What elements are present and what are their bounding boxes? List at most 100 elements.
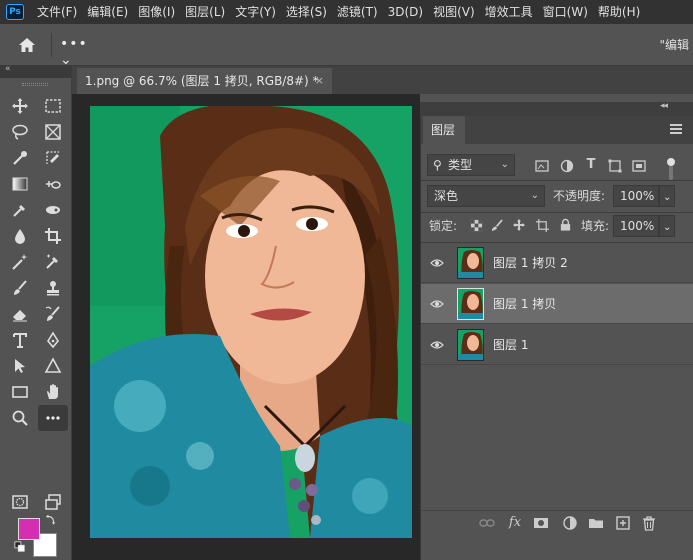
patch-icon[interactable]	[40, 198, 66, 222]
lasso-icon[interactable]	[7, 120, 33, 144]
swap-colors-icon[interactable]	[44, 512, 58, 526]
default-colors-icon[interactable]	[13, 540, 27, 554]
pen-icon[interactable]	[40, 328, 66, 352]
rectangle-icon[interactable]	[7, 380, 33, 404]
panel-collapse-strip[interactable]: ◂◂	[420, 101, 693, 116]
eye-icon[interactable]	[430, 339, 444, 349]
fill-dropdown[interactable]: ⌄	[659, 215, 675, 237]
document-tab[interactable]: 1.png @ 66.7% (图层 1 拷贝, RGB/8#) * ×	[77, 68, 332, 94]
document-tab-strip: 1.png @ 66.7% (图层 1 拷贝, RGB/8#) * ×	[72, 66, 693, 94]
gradient-icon[interactable]	[7, 172, 33, 196]
stamp-icon[interactable]	[40, 276, 66, 300]
menu-type[interactable]: 文字(Y)	[230, 0, 281, 24]
crop-icon[interactable]	[40, 224, 66, 248]
pixel-filter-icon[interactable]	[534, 159, 550, 173]
opacity-dropdown[interactable]: ⌄	[659, 185, 675, 207]
filter-kind-select[interactable]: ⚲ 类型 ⌄	[427, 154, 515, 176]
history-brush-icon[interactable]	[40, 302, 66, 326]
lock-image-pixels-icon[interactable]	[489, 219, 505, 233]
move-icon[interactable]	[7, 94, 33, 118]
fill-label: 填充:	[581, 219, 610, 233]
type-filter-icon[interactable]: T	[583, 157, 599, 172]
content-aware-move-icon[interactable]	[40, 172, 66, 196]
type-icon[interactable]	[7, 328, 33, 352]
menu-view[interactable]: 视图(V)	[428, 0, 480, 24]
foreground-color-swatch[interactable]	[18, 518, 40, 540]
fx-icon[interactable]: fx	[507, 515, 523, 531]
new-layer-icon[interactable]	[615, 515, 631, 531]
layer-name[interactable]: 图层 1 拷贝	[493, 295, 556, 312]
filter-toggle-track[interactable]	[669, 166, 673, 180]
blend-mode-select[interactable]: 深色 ⌄	[427, 185, 545, 207]
eraser-icon[interactable]	[7, 302, 33, 326]
smart-object-filter-icon[interactable]	[631, 159, 647, 173]
layer-thumbnail	[457, 247, 484, 279]
adjustment-icon[interactable]	[562, 515, 578, 531]
collapse-arrows-icon[interactable]: «	[5, 64, 11, 74]
lock-position-icon[interactable]	[511, 218, 527, 232]
menu-select[interactable]: 选择(S)	[281, 0, 332, 24]
menu-plugins[interactable]: 增效工具	[480, 0, 538, 24]
hand-icon[interactable]	[40, 380, 66, 404]
mask-icon[interactable]	[533, 515, 549, 531]
shape-icon[interactable]	[40, 354, 66, 378]
options-bar: ••• ⌄ "编辑	[0, 24, 693, 68]
quick-mask-icon[interactable]	[7, 490, 33, 514]
zoom-icon[interactable]	[7, 406, 33, 430]
filter-toggle-icon[interactable]	[667, 158, 675, 166]
menu-image[interactable]: 图像(I)	[133, 0, 180, 24]
tools-panel	[0, 78, 72, 560]
lock-transparent-pixels-icon[interactable]	[468, 219, 484, 233]
shape-filter-icon[interactable]	[607, 159, 623, 173]
panel-menu-icon[interactable]	[670, 124, 682, 134]
menu-file[interactable]: 文件(F)	[32, 0, 82, 24]
adjustment-filter-icon[interactable]	[559, 159, 575, 173]
menu-edit[interactable]: 编辑(E)	[82, 0, 133, 24]
menu-layer[interactable]: 图层(L)	[180, 0, 230, 24]
frame-icon[interactable]	[40, 120, 66, 144]
blur-icon[interactable]	[7, 224, 33, 248]
layer-row-selected[interactable]: 图层 1 拷贝	[421, 284, 693, 324]
fill-input[interactable]: 100%	[613, 215, 659, 237]
eye-icon[interactable]	[430, 298, 444, 308]
menu-help[interactable]: 帮助(H)	[593, 0, 645, 24]
toolbar-collapse-strip[interactable]: «	[0, 64, 72, 78]
magic-wand-icon[interactable]	[7, 250, 33, 274]
options-divider	[51, 33, 52, 57]
filter-kind-value: 类型	[448, 158, 473, 172]
menu-3d[interactable]: 3D(D)	[383, 0, 428, 24]
marquee-icon[interactable]	[40, 94, 66, 118]
lock-artboard-icon[interactable]	[534, 219, 550, 233]
eyedropper-icon[interactable]	[7, 198, 33, 222]
chevron-down-icon: ⌄	[663, 222, 672, 233]
close-icon[interactable]: ×	[315, 68, 324, 94]
screen-mode-icon[interactable]	[40, 490, 66, 514]
tab-layers[interactable]: 图层	[423, 116, 465, 144]
photoshop-logo-icon[interactable]: Ps	[6, 4, 24, 20]
toolbar-grip[interactable]	[22, 83, 48, 86]
opacity-input[interactable]: 100%	[613, 185, 659, 207]
trash-icon[interactable]	[641, 515, 657, 531]
panel-collapse-icon[interactable]: ◂◂	[660, 101, 668, 111]
link-icon[interactable]	[479, 515, 495, 531]
menu-filter[interactable]: 滤镜(T)	[332, 0, 383, 24]
menu-window[interactable]: 窗口(W)	[538, 0, 593, 24]
layer-row[interactable]: 图层 1	[421, 325, 693, 365]
quick-select-icon[interactable]	[7, 146, 33, 170]
layer-name[interactable]: 图层 1 拷贝 2	[493, 254, 568, 271]
path-select-icon[interactable]	[7, 354, 33, 378]
canvas-area[interactable]	[72, 94, 420, 560]
layer-row[interactable]: 图层 1 拷贝 2	[421, 243, 693, 283]
eye-icon[interactable]	[430, 257, 444, 267]
edit-toolbar-label[interactable]: "编辑	[659, 36, 689, 53]
color-sampler-icon[interactable]	[40, 250, 66, 274]
lock-all-icon[interactable]	[557, 218, 573, 232]
layer-name[interactable]: 图层 1	[493, 336, 528, 353]
home-icon[interactable]	[16, 35, 38, 55]
group-folder-icon[interactable]	[588, 515, 604, 531]
canvas-photo[interactable]	[90, 106, 412, 538]
more-options-button[interactable]: ••• ⌄	[60, 36, 98, 68]
brush-icon[interactable]	[7, 276, 33, 300]
more-tools-icon[interactable]	[38, 405, 68, 431]
slice-icon[interactable]	[40, 146, 66, 170]
